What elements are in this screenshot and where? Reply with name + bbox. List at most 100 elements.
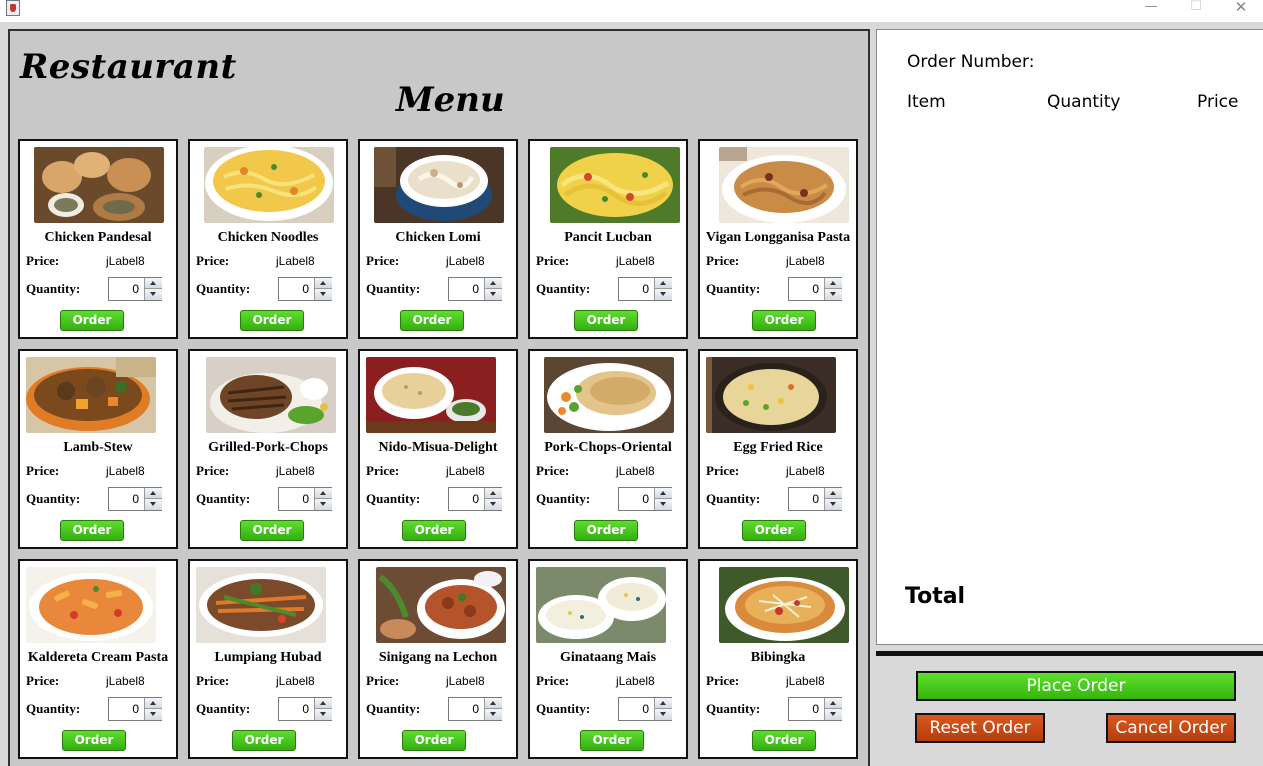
reset-order-button[interactable]: Reset Order: [915, 713, 1045, 743]
spinner-down-icon[interactable]: [315, 289, 332, 300]
quantity-spinner[interactable]: 0: [788, 487, 842, 511]
spinner-buttons: [824, 488, 842, 510]
quantity-value[interactable]: 0: [449, 488, 483, 510]
quantity-spinner[interactable]: 0: [278, 487, 332, 511]
spinner-up-icon[interactable]: [315, 488, 332, 499]
spinner-down-icon[interactable]: [145, 499, 162, 510]
quantity-label: Quantity:: [536, 491, 591, 506]
cancel-order-button[interactable]: Cancel Order: [1106, 713, 1236, 743]
order-button[interactable]: Order: [402, 730, 466, 751]
spinner-up-icon[interactable]: [825, 488, 842, 499]
item-name: Lamb-Stew: [63, 440, 133, 455]
quantity-spinner[interactable]: 0: [448, 487, 502, 511]
order-button[interactable]: Order: [580, 730, 644, 751]
quantity-spinner[interactable]: 0: [618, 697, 672, 721]
order-button[interactable]: Order: [574, 310, 638, 331]
spinner-up-icon[interactable]: [825, 278, 842, 289]
quantity-value[interactable]: 0: [789, 278, 823, 300]
price-value: jLabel8: [276, 254, 315, 268]
maximize-icon[interactable]: ☐: [1181, 0, 1211, 20]
item-name: Sinigang na Lechon: [378, 650, 498, 665]
quantity-value[interactable]: 0: [619, 278, 653, 300]
quantity-value[interactable]: 0: [449, 278, 483, 300]
spinner-up-icon[interactable]: [315, 278, 332, 289]
minimize-icon[interactable]: —: [1136, 0, 1166, 20]
quantity-value[interactable]: 0: [789, 488, 823, 510]
spinner-up-icon[interactable]: [145, 278, 162, 289]
spinner-up-icon[interactable]: [485, 488, 502, 499]
quantity-value[interactable]: 0: [279, 488, 313, 510]
price-value: jLabel8: [786, 254, 825, 268]
spinner-down-icon[interactable]: [145, 289, 162, 300]
spinner-down-icon[interactable]: [655, 709, 672, 720]
restaurant-title: Restaurant: [20, 47, 237, 87]
item-name: Chicken Lomi: [395, 230, 481, 245]
close-icon[interactable]: ✕: [1226, 0, 1256, 20]
quantity-value[interactable]: 0: [619, 698, 653, 720]
quantity-spinner[interactable]: 0: [618, 277, 672, 301]
quantity-label: Quantity:: [196, 701, 251, 716]
order-button[interactable]: Order: [60, 520, 124, 541]
spinner-up-icon[interactable]: [655, 278, 672, 289]
spinner-down-icon[interactable]: [825, 499, 842, 510]
spinner-down-icon[interactable]: [485, 709, 502, 720]
quantity-value[interactable]: 0: [279, 278, 313, 300]
spinner-buttons: [144, 488, 162, 510]
order-button[interactable]: Order: [752, 310, 816, 331]
lomi-bowl-photo: [374, 147, 504, 223]
quantity-value[interactable]: 0: [109, 488, 143, 510]
spinner-up-icon[interactable]: [655, 488, 672, 499]
spinner-up-icon[interactable]: [825, 698, 842, 709]
order-button[interactable]: Order: [240, 310, 304, 331]
quantity-spinner[interactable]: 0: [278, 277, 332, 301]
order-button[interactable]: Order: [232, 730, 296, 751]
quantity-spinner[interactable]: 0: [448, 697, 502, 721]
quantity-value[interactable]: 0: [109, 278, 143, 300]
quantity-value[interactable]: 0: [109, 698, 143, 720]
order-button[interactable]: Order: [400, 310, 464, 331]
order-button[interactable]: Order: [62, 730, 126, 751]
order-button[interactable]: Order: [60, 310, 124, 331]
order-button[interactable]: Order: [402, 520, 466, 541]
quantity-value[interactable]: 0: [279, 698, 313, 720]
item-name: Nido-Misua-Delight: [378, 440, 498, 455]
quantity-value[interactable]: 0: [449, 698, 483, 720]
place-order-button[interactable]: Place Order: [916, 671, 1236, 701]
spinner-up-icon[interactable]: [315, 698, 332, 709]
column-header-quantity: Quantity: [1047, 92, 1121, 112]
spinner-up-icon[interactable]: [145, 698, 162, 709]
order-button[interactable]: Order: [240, 520, 304, 541]
spinner-down-icon[interactable]: [315, 709, 332, 720]
quantity-spinner[interactable]: 0: [108, 697, 162, 721]
quantity-spinner[interactable]: 0: [278, 697, 332, 721]
spinner-down-icon[interactable]: [655, 289, 672, 300]
spinner-buttons: [314, 698, 332, 720]
quantity-spinner[interactable]: 0: [788, 277, 842, 301]
lumpia-salad-photo: [196, 567, 326, 643]
quantity-spinner[interactable]: 0: [448, 277, 502, 301]
spinner-down-icon[interactable]: [825, 289, 842, 300]
quantity-spinner[interactable]: 0: [618, 487, 672, 511]
spinner-down-icon[interactable]: [315, 499, 332, 510]
spinner-down-icon[interactable]: [655, 499, 672, 510]
spinner-up-icon[interactable]: [145, 488, 162, 499]
quantity-value[interactable]: 0: [619, 488, 653, 510]
quantity-spinner[interactable]: 0: [108, 277, 162, 301]
spinner-down-icon[interactable]: [145, 709, 162, 720]
quantity-label: Quantity:: [26, 701, 81, 716]
quantity-spinner[interactable]: 0: [788, 697, 842, 721]
spinner-up-icon[interactable]: [655, 698, 672, 709]
spinner-down-icon[interactable]: [485, 289, 502, 300]
menu-title: Menu: [396, 80, 505, 120]
spinner-up-icon[interactable]: [485, 278, 502, 289]
order-button[interactable]: Order: [742, 520, 806, 541]
spinner-down-icon[interactable]: [825, 709, 842, 720]
order-button[interactable]: Order: [574, 520, 638, 541]
order-button[interactable]: Order: [752, 730, 816, 751]
quantity-value[interactable]: 0: [789, 698, 823, 720]
item-name: Lumpiang Hubad: [214, 650, 322, 665]
spinner-up-icon[interactable]: [485, 698, 502, 709]
spinner-down-icon[interactable]: [485, 499, 502, 510]
quantity-spinner[interactable]: 0: [108, 487, 162, 511]
item-name: Chicken Noodles: [217, 230, 319, 245]
